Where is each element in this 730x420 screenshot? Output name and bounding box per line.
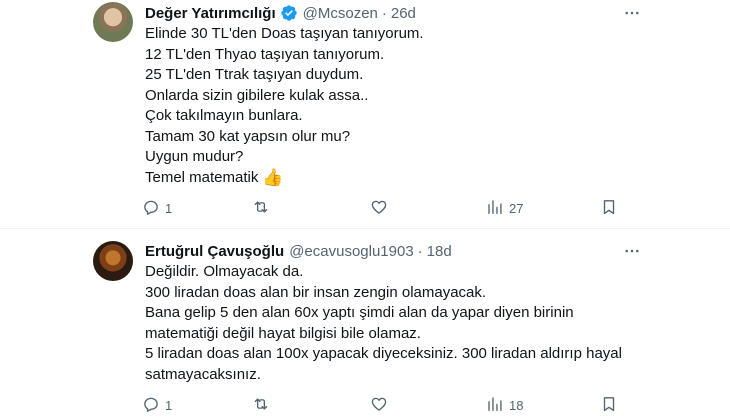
action-bar: 1 18 [142,395,622,415]
tweet-line: matematiği değil hayat bilgisi bile olam… [145,324,421,342]
bookmark-icon [600,198,618,219]
reply-icon [142,395,160,416]
reply-count: 1 [165,397,173,413]
bookmark-button[interactable] [600,395,618,415]
tweet-line: Bana gelip 5 den alan 60x yaptı şimdi al… [145,304,574,321]
reply-button[interactable]: 1 [142,395,172,415]
verified-badge-icon [280,4,298,22]
tweet-line: Uygun mudur? [145,148,244,165]
tweet[interactable]: Ertuğrul Çavuşoğlu @ecavusoglu1903 · 18d… [0,229,730,420]
tweet-line: Çok takılmayın bunlara. [145,107,303,124]
like-button[interactable] [370,198,393,218]
author-handle[interactable]: @ecavusoglu1903 [289,243,413,260]
view-count: 18 [509,397,524,413]
tweet-line: Değildir. Olmayacak da. [145,263,304,280]
tweet-line: Onlarda sizin gibilere kulak assa.. [145,86,369,104]
tweet-line: 12 TL'den Thyao taşıyan tanıyorum. [145,45,385,63]
thumbs-up-emoji: 👍 [262,167,284,187]
bookmark-button[interactable] [600,198,618,218]
retweet-icon [252,395,270,416]
like-icon [370,198,388,219]
views-button[interactable]: 18 [486,395,523,415]
reply-icon [142,198,160,219]
timestamp[interactable]: 18d [427,243,452,260]
tweet-line: Tamam 30 kat yapsın olur mu? [145,127,351,145]
retweet-button[interactable] [252,198,275,218]
tweet-line: satmayacaksınız. [145,365,261,383]
views-button[interactable]: 27 [486,198,523,218]
separator: · [417,242,423,260]
view-count: 27 [509,200,524,216]
tweet-text: Değildir. Olmayacak da. 300 liradan doas… [145,262,645,385]
more-icon[interactable] [622,3,642,23]
tweet-line: 5 liradan doas alan 100x yapacak diyecek… [145,345,622,362]
author-name[interactable]: Ertuğrul Çavuşoğlu [145,243,284,260]
views-icon [486,395,504,416]
like-button[interactable] [370,395,393,415]
bookmark-icon [600,395,618,416]
like-icon [370,395,388,416]
tweet-line-text: Temel matematik [145,168,259,186]
tweet-line: 300 liradan doas alan bir insan zengin o… [145,283,487,301]
action-bar: 1 27 [142,198,622,218]
more-icon[interactable] [622,241,642,261]
tweet-header: Ertuğrul Çavuşoğlu @ecavusoglu1903 · 18d [145,241,452,261]
views-icon [486,198,504,219]
retweet-icon [252,198,270,219]
avatar[interactable] [93,2,133,42]
separator: · [381,4,387,22]
avatar[interactable] [93,241,133,281]
author-handle[interactable]: @Mcsozen [303,5,378,22]
reply-button[interactable]: 1 [142,198,172,218]
tweet-text: Elinde 30 TL'den Doas taşıyan tanıyorum.… [145,24,645,188]
tweet-header: Değer Yatırımcılığı @Mcsozen · 26d [145,3,416,23]
author-name[interactable]: Değer Yatırımcılığı [145,5,276,22]
tweet[interactable]: Değer Yatırımcılığı @Mcsozen · 26d Elind… [0,0,730,229]
reply-count: 1 [165,200,173,216]
retweet-button[interactable] [252,395,275,415]
tweet-line: Temel matematik 👍 [145,168,645,189]
tweet-line: 25 TL'den Ttrak taşıyan duydum. [145,66,364,83]
timestamp[interactable]: 26d [391,5,416,22]
tweet-line: Elinde 30 TL'den Doas taşıyan tanıyorum. [145,25,424,42]
